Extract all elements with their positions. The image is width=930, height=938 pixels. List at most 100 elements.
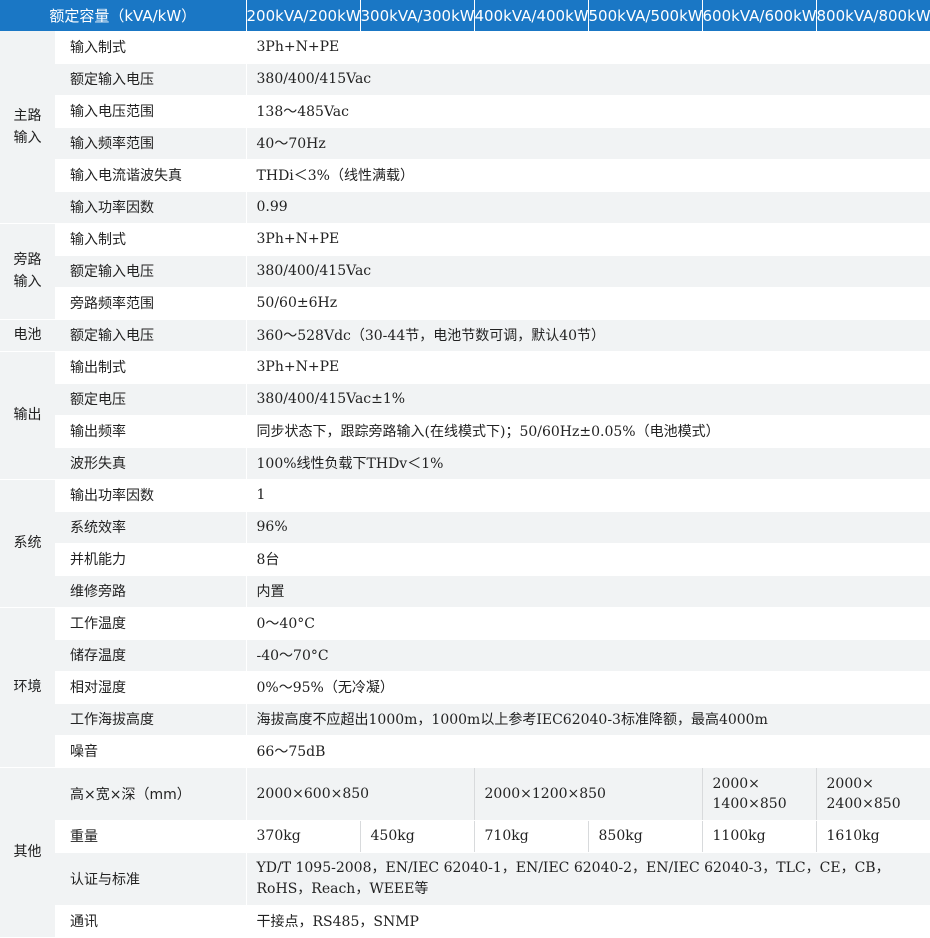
group-label: 旁路: [13, 252, 42, 268]
group-output: 输出: [0, 351, 55, 480]
param-label: 输入电流谐波失真: [55, 159, 247, 192]
param-label: 高×宽×深（mm）: [55, 767, 247, 821]
table-row: 系统 输出功率因数 1: [0, 479, 930, 608]
param-value: 96%: [246, 511, 930, 544]
param-value: 3Ph+N+PE: [246, 31, 930, 64]
table-row: 输入电流谐波失真 THDi＜3%（线性满载）: [0, 159, 930, 192]
param-value: 3Ph+N+PE: [246, 351, 930, 384]
table-row: 额定电压 380/400/415Vac±1%: [0, 383, 930, 416]
table-row: 噪音 66～75dB: [0, 735, 930, 768]
param-label: 额定输入电压: [55, 319, 247, 352]
dimension-value: 2000× 2400×850: [816, 767, 930, 821]
table-row: 储存温度 -40～70°C: [0, 639, 930, 672]
group-label: 主路: [13, 107, 42, 124]
param-label: 输入电压范围: [55, 95, 247, 128]
cert-line: RoHS，Reach，WEEE等: [256, 880, 429, 897]
table-row: 认证与标准 YD/T 1095-2008，EN/IEC 62040-1，EN/I…: [0, 852, 930, 906]
param-label: 输入频率范围: [55, 127, 247, 160]
group-environment: 环境: [0, 607, 55, 768]
header-model-600: 600kVA/600kW: [702, 0, 817, 31]
param-label: 额定电压: [55, 383, 247, 416]
header-model-800: 800kVA/800kW: [816, 0, 930, 31]
header-model-300: 300kVA/300kW: [360, 0, 475, 31]
header-model-200: 200kVA/200kW: [246, 0, 361, 31]
table-row: 电池 额定输入电压 360～528Vdc（30-44节，电池节数可调，默认40节…: [0, 319, 930, 352]
table-row: 波形失真 100%线性负载下THDv＜1%: [0, 447, 930, 480]
dimension-line: 1400×850: [712, 795, 787, 812]
table-row: 输出 输出制式 3Ph+N+PE: [0, 351, 930, 480]
weight-value: 850kg: [588, 820, 703, 853]
param-value: 380/400/415Vac±1%: [246, 383, 930, 416]
param-label: 工作海拔高度: [55, 703, 247, 736]
param-label: 噪音: [55, 735, 247, 768]
header-row: 额定容量（kVA/kW） 200kVA/200kW 300kVA/300kW 4…: [0, 0, 930, 31]
table-row: 额定输入电压 380/400/415Vac: [0, 255, 930, 288]
header-model-500: 500kVA/500kW: [588, 0, 703, 31]
table-row: 环境 工作温度 0～40°C: [0, 607, 930, 768]
param-label: 维修旁路: [55, 575, 247, 608]
param-value: 50/60±6Hz: [246, 287, 930, 320]
table-row: 输入频率范围 40～70Hz: [0, 127, 930, 160]
table-row: 额定输入电压 380/400/415Vac: [0, 63, 930, 96]
param-value: 0.99: [246, 191, 930, 224]
param-label: 并机能力: [55, 543, 247, 576]
group-label: 输入: [13, 274, 42, 290]
group-label: 输入: [13, 129, 42, 146]
param-value: -40～70°C: [246, 639, 930, 672]
param-value: 0%～95%（无冷凝）: [246, 671, 930, 704]
group-battery: 电池: [0, 319, 55, 352]
param-label: 相对湿度: [55, 671, 247, 704]
param-label: 输出功率因数: [55, 479, 247, 512]
param-value: 海拔高度不应超出1000m，1000m以上参考IEC62040-3标准降额，最高…: [246, 703, 930, 736]
table-row: 维修旁路 内置: [0, 575, 930, 608]
spec-table: 额定容量（kVA/kW） 200kVA/200kW 300kVA/300kW 4…: [0, 0, 930, 938]
param-label: 输入制式: [55, 31, 247, 64]
table-row: 相对湿度 0%～95%（无冷凝）: [0, 671, 930, 704]
param-value: 380/400/415Vac: [246, 63, 930, 96]
table-row: 通讯 干接点，RS485，SNMP: [0, 905, 930, 938]
param-value: 1: [246, 479, 930, 512]
param-value: 100%线性负载下THDv＜1%: [246, 447, 930, 480]
dimension-value: 2000×600×850: [246, 767, 475, 821]
param-value: 干接点，RS485，SNMP: [246, 905, 930, 938]
param-label: 认证与标准: [55, 852, 247, 906]
weight-value: 1100kg: [702, 820, 817, 853]
param-label: 系统效率: [55, 511, 247, 544]
table-row: 输入电压范围 138～485Vac: [0, 95, 930, 128]
param-value: 138～485Vac: [246, 95, 930, 128]
param-value: 8台: [246, 543, 930, 576]
header-capacity-label: 额定容量（kVA/kW）: [0, 0, 247, 31]
group-other: 其他: [0, 767, 55, 938]
param-label: 额定输入电压: [55, 255, 247, 288]
param-label: 工作温度: [55, 607, 247, 640]
cert-line: YD/T 1095-2008，EN/IEC 62040-1，EN/IEC 620…: [256, 859, 890, 876]
param-label: 旁路频率范围: [55, 287, 247, 320]
param-value: 3Ph+N+PE: [246, 223, 930, 256]
table-row: 旁路频率范围 50/60±6Hz: [0, 287, 930, 320]
param-label: 输出频率: [55, 415, 247, 448]
param-label: 输出制式: [55, 351, 247, 384]
param-label: 通讯: [55, 905, 247, 938]
table-row: 主路 输入 输入制式 3Ph+N+PE: [0, 31, 930, 224]
table-row: 重量 370kg 450kg 710kg 850kg 1100kg 1610kg: [0, 820, 930, 853]
param-label: 波形失真: [55, 447, 247, 480]
param-value: 0～40°C: [246, 607, 930, 640]
weight-value: 710kg: [474, 820, 589, 853]
param-value: 40～70Hz: [246, 127, 930, 160]
table-row: 其他 高×宽×深（mm） 2000×600×850 2000×1200×850 …: [0, 767, 930, 938]
dimension-value: 2000× 1400×850: [702, 767, 817, 821]
dimension-value: 2000×1200×850: [474, 767, 703, 821]
param-label: 输入制式: [55, 223, 247, 256]
table-row: 输出频率 同步状态下，跟踪旁路输入(在线模式下)；50/60Hz±0.05%（电…: [0, 415, 930, 448]
table-row: 旁路 输入 输入制式 3Ph+N+PE: [0, 223, 930, 320]
param-value: 360～528Vdc（30-44节，电池节数可调，默认40节）: [246, 319, 930, 352]
dimension-line: 2000×: [712, 775, 760, 792]
param-label: 储存温度: [55, 639, 247, 672]
group-main-input: 主路 输入: [0, 31, 55, 224]
table-row: 工作海拔高度 海拔高度不应超出1000m，1000m以上参考IEC62040-3…: [0, 703, 930, 736]
param-value: 380/400/415Vac: [246, 255, 930, 288]
table-row: 输入功率因数 0.99: [0, 191, 930, 224]
dimension-line: 2000×: [826, 775, 874, 792]
param-value: 同步状态下，跟踪旁路输入(在线模式下)；50/60Hz±0.05%（电池模式）: [246, 415, 930, 448]
dimension-line: 2400×850: [826, 795, 901, 812]
